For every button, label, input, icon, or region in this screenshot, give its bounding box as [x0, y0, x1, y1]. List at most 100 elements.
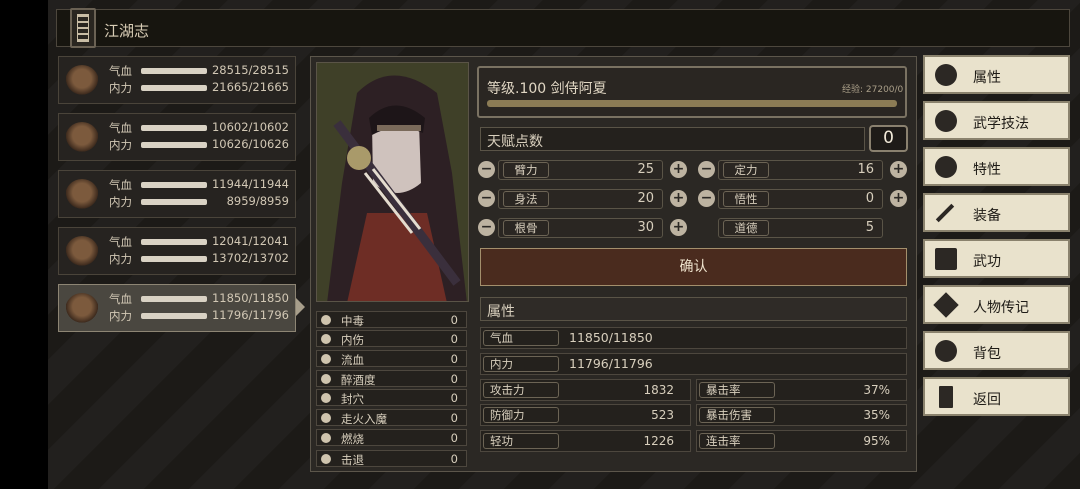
- detail-name: 暴击伤害: [699, 407, 775, 423]
- hp-value: 12041/12041: [211, 234, 289, 248]
- menu-label: 属性: [973, 70, 1001, 86]
- mp-value: 8959/8959: [226, 194, 289, 208]
- mp-value: 13702/13702: [211, 251, 289, 265]
- hero-card-3[interactable]: 气血 11944/11944 内力 8959/8959: [58, 170, 296, 218]
- detail-name: 内力: [483, 356, 559, 372]
- detail-crit-damage: 暴击伤害 35%: [696, 404, 907, 426]
- plus-button[interactable]: +: [670, 161, 687, 178]
- status-name: 燃烧: [341, 432, 364, 446]
- hp-value: 10602/10602: [211, 120, 289, 134]
- attr-value: 5: [865, 220, 874, 235]
- detail-name: 攻击力: [483, 382, 559, 398]
- mp-bar: [141, 256, 207, 262]
- detail-hp-row: 气血 11850/11850: [480, 327, 907, 349]
- attr-name: 道德: [723, 220, 769, 236]
- status-drunk: 醉酒度 0: [316, 370, 467, 387]
- journal-book-icon: [70, 8, 96, 48]
- mp-bar: [141, 313, 207, 319]
- plus-button[interactable]: +: [890, 161, 907, 178]
- status-name: 内伤: [341, 333, 364, 347]
- status-value: 0: [450, 352, 458, 366]
- biography-icon: [933, 292, 959, 318]
- hero-avatar: [65, 236, 99, 270]
- minus-button[interactable]: −: [478, 219, 495, 236]
- plus-button[interactable]: +: [670, 190, 687, 207]
- mp-label: 内力: [109, 252, 132, 266]
- status-bleeding: 流血 0: [316, 350, 467, 367]
- hero-card-4[interactable]: 气血 12041/12041 内力 13702/13702: [58, 227, 296, 275]
- skull-icon: [321, 315, 331, 325]
- detail-value: 37%: [863, 383, 890, 397]
- level-title: 等级.100 剑侍阿夏: [487, 81, 607, 97]
- menu-attributes[interactable]: 属性: [923, 55, 1070, 94]
- detail-value: 1226: [643, 434, 674, 448]
- status-knockback: 击退 0: [316, 450, 467, 467]
- hero-avatar: [65, 65, 99, 99]
- hero-avatar: [65, 293, 99, 327]
- sealed-icon: [321, 393, 331, 403]
- detail-value: 95%: [863, 434, 890, 448]
- section-label: 属性: [487, 304, 515, 320]
- talent-label: 天赋点数: [487, 134, 543, 150]
- menu-traits[interactable]: 特性: [923, 147, 1070, 186]
- hero-avatar: [65, 179, 99, 213]
- page-title: 江湖志: [104, 22, 150, 40]
- mp-value: 21665/21665: [211, 80, 289, 94]
- broken-heart-icon: [321, 334, 331, 344]
- hp-bar: [141, 296, 207, 302]
- demon-icon: [321, 413, 331, 423]
- hp-label: 气血: [109, 178, 132, 192]
- attr-name: 身法: [503, 191, 549, 207]
- fire-icon: [321, 433, 331, 443]
- mp-bar: [141, 199, 207, 205]
- portrait-art: [317, 63, 468, 301]
- bag-icon: [935, 340, 957, 362]
- hero-card-5-selected[interactable]: 气血 11850/11850 内力 11796/11796: [58, 284, 296, 332]
- detail-combo-rate: 连击率 95%: [696, 430, 907, 452]
- confirm-button[interactable]: 确认: [480, 248, 907, 286]
- status-name: 封穴: [341, 392, 364, 406]
- exp-bar: [487, 100, 897, 107]
- detail-name: 连击率: [699, 433, 775, 449]
- hp-value: 28515/28515: [211, 63, 289, 77]
- plus-button[interactable]: +: [670, 219, 687, 236]
- status-internal-injury: 内伤 0: [316, 330, 467, 347]
- blood-drop-icon: [321, 354, 331, 364]
- minus-button[interactable]: −: [698, 190, 715, 207]
- minus-button[interactable]: −: [478, 190, 495, 207]
- character-icon: [935, 64, 957, 86]
- attr-name: 臂力: [503, 162, 549, 178]
- mp-label: 内力: [109, 195, 132, 209]
- attr-value: 25: [637, 162, 654, 177]
- menu-martial-arts[interactable]: 武功: [923, 239, 1070, 278]
- attr-morality: 道德 5: [718, 218, 883, 238]
- hero-card-1[interactable]: 气血 28515/28515 内力 21665/21665: [58, 56, 296, 104]
- menu-inventory[interactable]: 背包: [923, 331, 1070, 370]
- menu-biography[interactable]: 人物传记: [923, 285, 1070, 324]
- menu-back[interactable]: 返回: [923, 377, 1070, 416]
- detail-defense: 防御力 523: [480, 404, 691, 426]
- book-icon: [935, 248, 957, 270]
- plus-button[interactable]: +: [890, 190, 907, 207]
- skill-icon: [935, 110, 957, 132]
- detail-name: 轻功: [483, 433, 559, 449]
- attr-strength: 臂力 25: [498, 160, 663, 180]
- status-burning: 燃烧 0: [316, 429, 467, 446]
- detail-name: 防御力: [483, 407, 559, 423]
- minus-button[interactable]: −: [698, 161, 715, 178]
- selected-arrow-icon: [296, 298, 305, 316]
- detail-value: 1832: [643, 383, 674, 397]
- status-value: 0: [450, 391, 458, 405]
- status-name: 走火入魔: [341, 412, 387, 426]
- hp-label: 气血: [109, 292, 132, 306]
- menu-equipment[interactable]: 装备: [923, 193, 1070, 232]
- attr-constitution: 根骨 30: [498, 218, 663, 238]
- detail-value: 11850/11850: [569, 330, 653, 345]
- minus-button[interactable]: −: [478, 161, 495, 178]
- menu-martial-skills[interactable]: 武学技法: [923, 101, 1070, 140]
- hp-value: 11850/11850: [211, 291, 289, 305]
- talent-points-value: 0: [869, 125, 908, 152]
- attributes-section-title: 属性: [480, 297, 907, 321]
- attr-insight: 悟性 0: [718, 189, 883, 209]
- hero-card-2[interactable]: 气血 10602/10602 内力 10626/10626: [58, 113, 296, 161]
